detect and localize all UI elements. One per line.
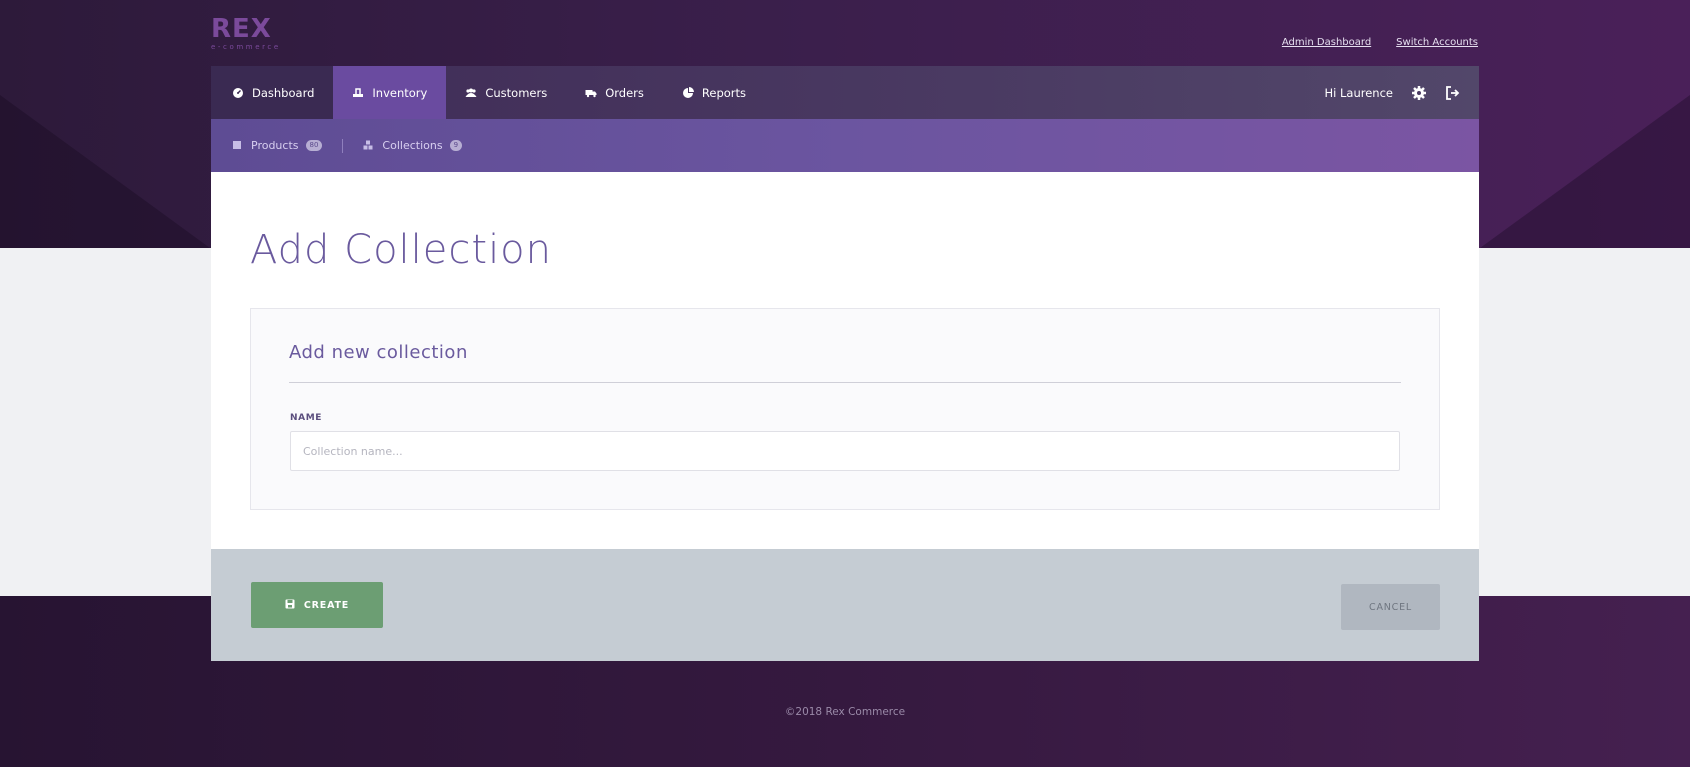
nav-label-orders: Orders <box>605 85 644 100</box>
save-icon <box>285 599 297 611</box>
copyright-text: ©2018 Rex Commerce <box>784 706 906 718</box>
user-greeting: Hi Laurence <box>1324 85 1393 100</box>
card-title: Add new collection <box>289 342 468 363</box>
subnav-label-collections: Collections <box>382 139 443 152</box>
subnav-divider <box>342 138 344 153</box>
nav-label-inventory: Inventory <box>372 85 428 100</box>
create-button[interactable]: CREATE <box>251 582 383 628</box>
top-links: Admin Dashboard Switch Accounts <box>1282 37 1478 48</box>
subnav-item-collections[interactable]: Collections 9 <box>363 139 463 152</box>
collections-count-badge: 9 <box>449 140 463 151</box>
pie-chart-icon <box>682 86 694 99</box>
decorative-wedge-left <box>0 95 210 248</box>
subnav-item-products[interactable]: Products 80 <box>232 139 323 152</box>
nav-item-reports[interactable]: Reports <box>663 66 765 119</box>
nav-item-dashboard[interactable]: Dashboard <box>211 66 334 119</box>
subnav-label-products: Products <box>251 139 299 152</box>
collection-name-input[interactable] <box>290 431 1400 471</box>
truck-icon <box>585 87 597 99</box>
gear-icon[interactable] <box>1411 85 1427 101</box>
nav-label-dashboard: Dashboard <box>252 85 315 100</box>
content-area: Add Collection Add new collection NAME <box>211 172 1479 549</box>
add-collection-card: Add new collection NAME <box>250 308 1440 510</box>
logout-icon[interactable] <box>1445 85 1461 101</box>
cancel-button[interactable]: CANCEL <box>1341 584 1440 630</box>
logo-subtitle: e-commerce <box>211 43 281 51</box>
nav-label-reports: Reports <box>701 85 747 100</box>
inventory-icon <box>352 87 364 99</box>
nav-item-customers[interactable]: Customers <box>446 66 566 119</box>
nav-label-customers: Customers <box>485 85 548 100</box>
nav-item-inventory[interactable]: Inventory <box>333 66 447 119</box>
create-button-label: CREATE <box>303 599 350 611</box>
nav-item-orders[interactable]: Orders <box>566 66 663 119</box>
collections-icon <box>363 140 375 152</box>
main-nav: Dashboard Inventory Customers Orders Rep… <box>211 66 1479 119</box>
name-field-label: NAME <box>290 413 323 423</box>
logo-text: REX <box>211 14 272 44</box>
admin-dashboard-link[interactable]: Admin Dashboard <box>1282 37 1371 48</box>
switch-accounts-link[interactable]: Switch Accounts <box>1396 37 1478 48</box>
customers-icon <box>465 87 477 99</box>
dashboard-icon <box>232 87 244 99</box>
box-icon <box>232 140 244 152</box>
form-actions-bar: CREATE CANCEL <box>211 549 1479 661</box>
card-divider <box>289 382 1401 383</box>
rex-logo[interactable]: REX e-commerce <box>211 15 281 53</box>
products-count-badge: 80 <box>305 140 323 151</box>
page-title: Add Collection <box>250 227 553 273</box>
decorative-wedge-right <box>1480 95 1690 248</box>
inventory-subnav: Products 80 Collections 9 <box>211 119 1479 172</box>
main-panel: Dashboard Inventory Customers Orders Rep… <box>211 66 1479 661</box>
nav-user-area: Hi Laurence <box>1325 66 1479 119</box>
